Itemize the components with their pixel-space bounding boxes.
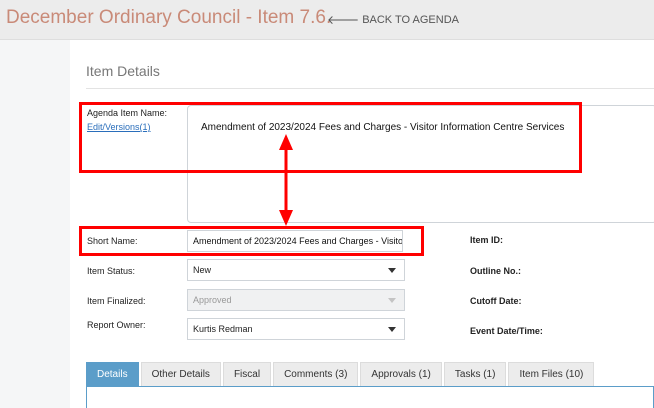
page-title: December Ordinary Council - Item 7.6.: [6, 7, 332, 28]
event-datetime-label: Event Date/Time:: [470, 326, 543, 336]
item-details-panel: [70, 40, 654, 408]
detail-tabs: Details Other Details Fiscal Comments (3…: [86, 362, 596, 386]
item-status-select[interactable]: New: [187, 259, 405, 281]
report-owner-label: Report Owner:: [87, 320, 146, 330]
back-to-agenda-label: BACK TO AGENDA: [362, 13, 459, 26]
back-to-agenda-link[interactable]: 🡐 BACK TO AGENDA: [327, 12, 459, 27]
tab-content-area: [86, 386, 654, 408]
highlight-box-short-name: [79, 226, 424, 256]
chevron-down-icon: [388, 327, 396, 332]
item-id-label: Item ID:: [470, 235, 504, 245]
report-owner-value: Kurtis Redman: [193, 324, 253, 334]
tab-fiscal[interactable]: Fiscal: [222, 362, 272, 386]
item-finalized-label: Item Finalized:: [87, 296, 146, 306]
tab-other-details[interactable]: Other Details: [140, 362, 221, 386]
tab-tasks[interactable]: Tasks (1): [443, 362, 507, 386]
report-owner-select[interactable]: Kurtis Redman: [187, 318, 405, 340]
tab-comments[interactable]: Comments (3): [273, 362, 359, 386]
tab-item-files[interactable]: Item Files (10): [508, 362, 595, 386]
section-title: Item Details: [86, 63, 160, 79]
section-divider: [86, 88, 654, 89]
item-finalized-select: Approved: [187, 289, 405, 311]
arrow-left-icon: 🡐: [327, 13, 360, 27]
cutoff-date-label: Cutoff Date:: [470, 296, 522, 306]
chevron-down-icon: [388, 268, 396, 273]
outline-no-label: Outline No.:: [470, 266, 521, 276]
chevron-down-icon: [388, 298, 396, 303]
item-status-value: New: [193, 265, 212, 275]
item-finalized-value: Approved: [193, 295, 232, 305]
item-status-label: Item Status:: [87, 266, 136, 276]
tab-approvals[interactable]: Approvals (1): [360, 362, 442, 386]
highlight-box-agenda-name: [79, 102, 582, 173]
top-bar: December Ordinary Council - Item 7.6. 🡐 …: [0, 0, 654, 40]
tab-details[interactable]: Details: [86, 362, 139, 386]
